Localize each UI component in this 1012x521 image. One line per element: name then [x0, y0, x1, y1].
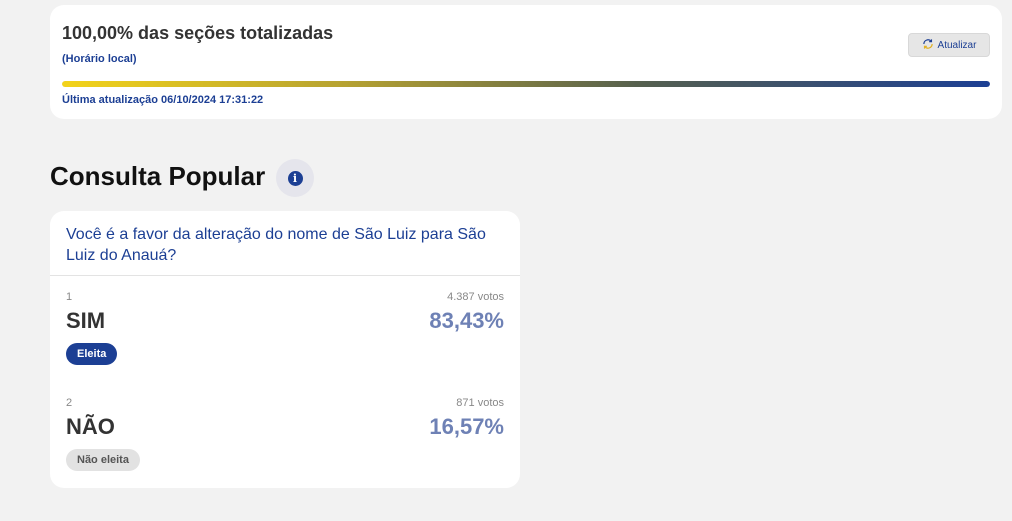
option-name: SIM: [66, 308, 106, 333]
not-elected-badge: Não eleita: [66, 449, 140, 471]
option-votes: 871 votos: [456, 397, 504, 409]
option-number: 1: [66, 291, 73, 303]
info-button[interactable]: i: [276, 159, 314, 197]
refresh-label: Atualizar: [937, 39, 977, 51]
elected-badge: Eleita: [66, 343, 118, 365]
progress-fill: [62, 81, 990, 87]
totalization-card: 100,00% das seções totalizadas (Horário …: [50, 5, 1002, 119]
question-card: Você é a favor da alteração do nome de S…: [50, 211, 520, 488]
divider: [50, 275, 520, 276]
refresh-button[interactable]: Atualizar: [908, 33, 990, 57]
option-name: NÃO: [66, 414, 115, 439]
refresh-icon: [922, 38, 934, 53]
option-sim: 1 SIM 4.387 votos 83,43% Eleita: [66, 291, 504, 377]
section-title: Consulta Popular: [50, 161, 266, 191]
last-update-text: Última atualização 06/10/2024 17:31:22: [62, 94, 264, 106]
option-nao: 2 NÃO 871 votos 16,57% Não eleita: [66, 397, 504, 483]
totalization-progress-bar: [62, 81, 990, 87]
option-percent: 83,43%: [429, 308, 504, 333]
option-votes: 4.387 votos: [447, 291, 504, 303]
info-icon: i: [287, 170, 303, 186]
totalization-title: 100,00% das seções totalizadas: [62, 23, 334, 43]
question-text: Você é a favor da alteração do nome de S…: [66, 226, 486, 264]
local-time-label: (Horário local): [62, 53, 137, 65]
option-number: 2: [66, 397, 73, 409]
option-percent: 16,57%: [429, 414, 504, 439]
